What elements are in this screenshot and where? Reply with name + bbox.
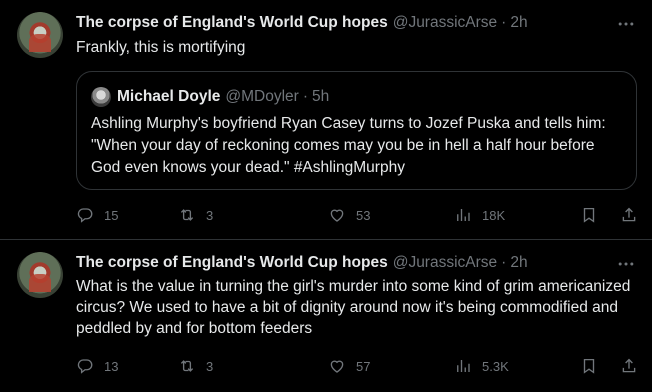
bookmark-button[interactable]	[580, 354, 598, 378]
repost-count: 3	[206, 358, 214, 374]
tweet[interactable]: The corpse of England's World Cup hopes …	[0, 240, 652, 392]
views-button[interactable]: 18K	[454, 203, 505, 227]
action-bar: 15 3 53 18K	[76, 203, 642, 227]
share-button[interactable]	[620, 354, 638, 378]
action-bar: 13 3 57 5.3K	[76, 354, 642, 378]
like-icon	[330, 360, 344, 373]
quoted-text: Ashling Murphy's boyfriend Ryan Casey tu…	[91, 115, 606, 176]
like-button[interactable]: 53	[328, 203, 370, 227]
views-icon	[457, 209, 470, 221]
share-icon	[622, 358, 636, 373]
view-count: 5.3K	[482, 358, 509, 374]
repost-icon	[180, 360, 194, 372]
tweet-text: What is the value in turning the girl's …	[76, 278, 631, 337]
quoted-avatar	[91, 87, 111, 107]
like-icon	[330, 209, 344, 222]
quoted-author-handle: @MDoyler	[225, 88, 299, 105]
tweet[interactable]: The corpse of England's World Cup hopes …	[0, 0, 652, 240]
author-handle[interactable]: @JurassicArse	[393, 14, 497, 32]
share-button[interactable]	[620, 203, 638, 227]
bookmark-icon	[583, 358, 595, 374]
tweet-header: The corpse of England's World Cup hopes …	[76, 252, 528, 274]
views-button[interactable]: 5.3K	[454, 354, 509, 378]
separator: ·	[302, 88, 308, 105]
tweet-text: Frankly, this is mortifying	[76, 39, 246, 56]
author-name[interactable]: The corpse of England's World Cup hopes	[76, 254, 388, 272]
quoted-tweet[interactable]: Michael Doyle @MDoyler · 5h Ashling Murp…	[76, 71, 637, 190]
reply-button[interactable]: 15	[76, 203, 118, 227]
repost-icon	[180, 209, 194, 221]
reply-count: 13	[104, 358, 119, 374]
views-icon	[457, 360, 470, 372]
like-count: 53	[356, 207, 371, 223]
timestamp[interactable]: 2h	[510, 254, 527, 272]
reply-count: 15	[104, 207, 119, 223]
view-count: 18K	[482, 207, 506, 223]
like-count: 57	[356, 358, 371, 374]
share-icon	[622, 207, 636, 222]
more-icon[interactable]	[616, 254, 636, 274]
quoted-timestamp: 5h	[311, 88, 330, 105]
timestamp[interactable]: 2h	[510, 14, 527, 32]
repost-button[interactable]: 3	[178, 203, 213, 227]
avatar[interactable]	[17, 252, 63, 298]
author-name[interactable]: The corpse of England's World Cup hopes	[76, 14, 388, 32]
repost-count: 3	[206, 207, 214, 223]
repost-button[interactable]: 3	[178, 354, 213, 378]
reply-icon	[77, 208, 93, 223]
more-icon[interactable]	[616, 14, 636, 34]
avatar[interactable]	[17, 12, 63, 58]
reply-icon	[77, 359, 93, 374]
like-button[interactable]: 57	[328, 354, 370, 378]
separator: ·	[501, 14, 507, 31]
tweet-header: The corpse of England's World Cup hopes …	[76, 12, 528, 34]
separator: ·	[501, 254, 507, 271]
author-handle[interactable]: @JurassicArse	[393, 254, 497, 272]
quoted-author-name: Michael Doyle	[117, 88, 221, 105]
reply-button[interactable]: 13	[76, 354, 118, 378]
bookmark-icon	[583, 207, 595, 223]
bookmark-button[interactable]	[580, 203, 598, 227]
quoted-header: Michael Doyle @MDoyler · 5h	[117, 86, 329, 108]
